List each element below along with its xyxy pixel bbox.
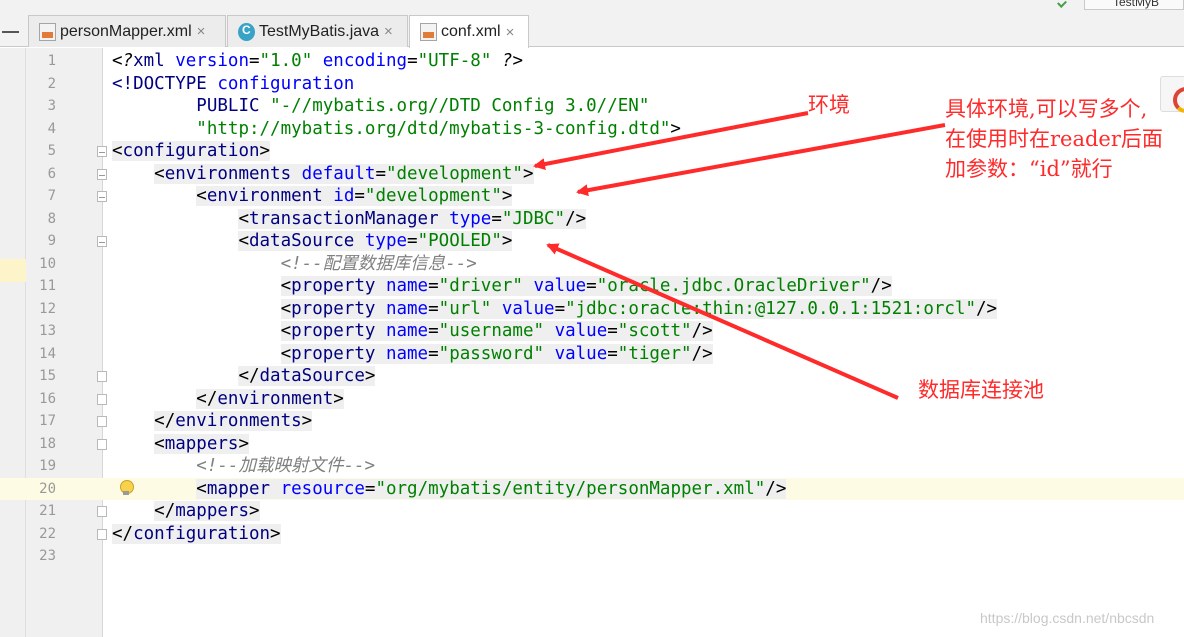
annotation-env-detail-3: 加参数：“id”就行 [945, 157, 1113, 181]
watermark: https://blog.csdn.net/nbcsdn [980, 610, 1155, 626]
annotation-env-detail-2: 在使用时在reader后面 [945, 127, 1163, 151]
arrow-environment [576, 123, 946, 197]
annotation-environment: 环境 [808, 93, 850, 117]
annotation-connection-pool: 数据库连接池 [918, 378, 1044, 402]
annotation-env-detail-1: 具体环境,可以写多个, [945, 97, 1148, 121]
arrow-datasource [546, 243, 899, 400]
